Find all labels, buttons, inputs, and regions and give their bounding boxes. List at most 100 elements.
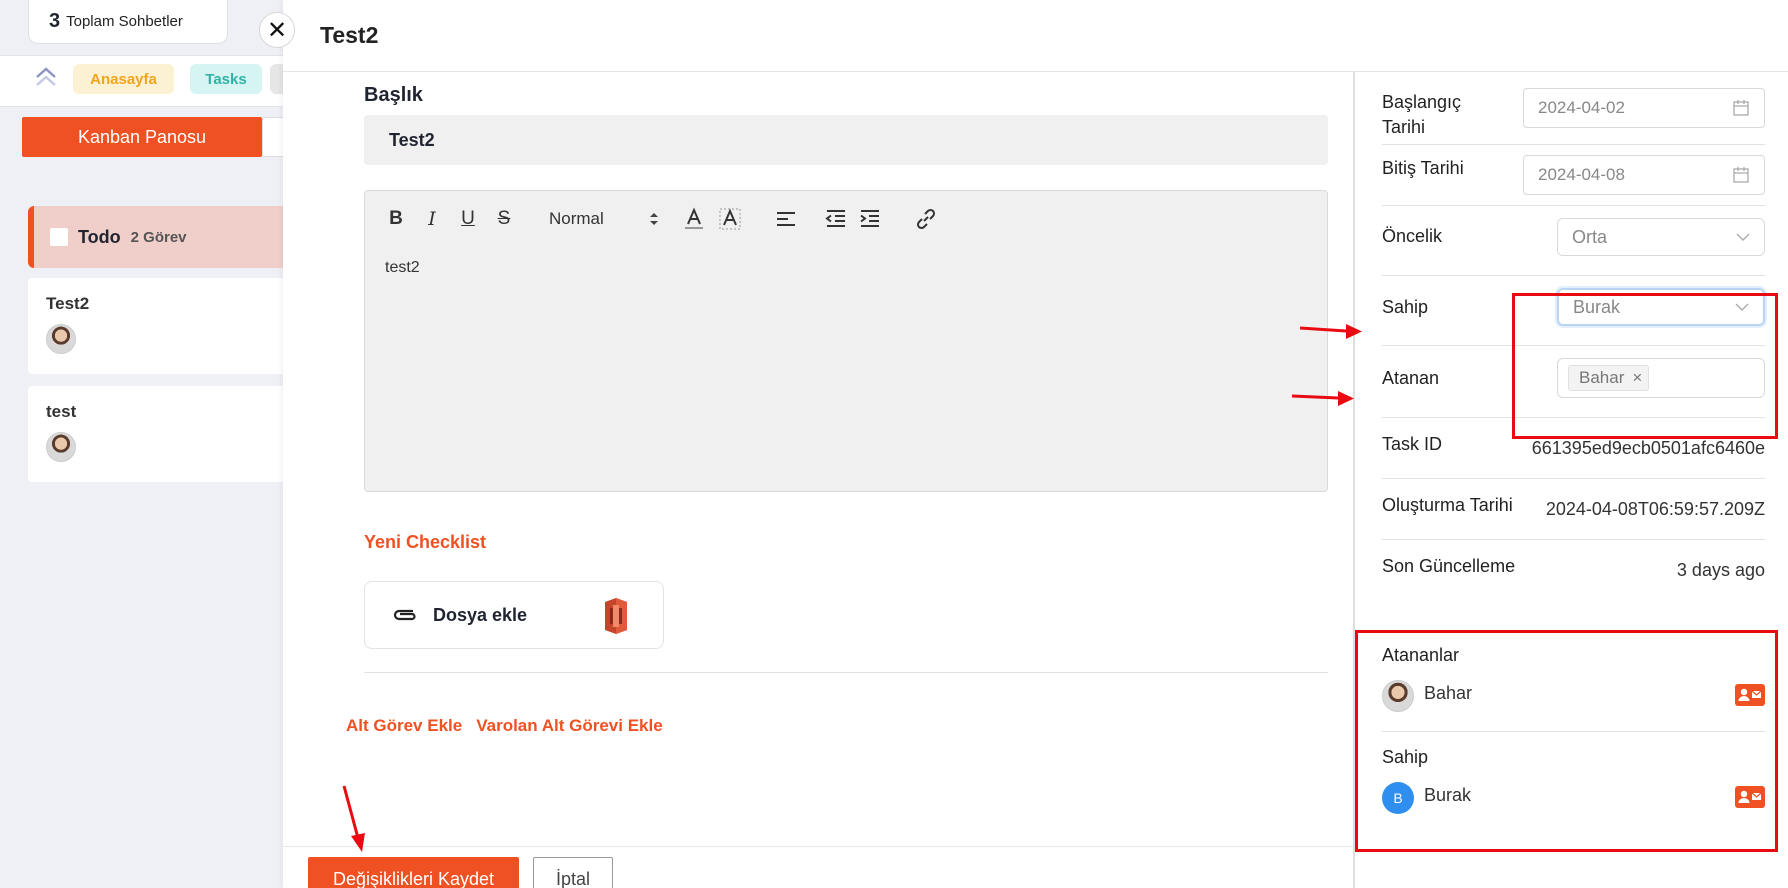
priority-value: Orta — [1572, 226, 1608, 247]
task-detail-drawer: Test2 Başlık Test2 B I U S Normal test2 … — [283, 0, 1788, 888]
new-checklist-link[interactable]: Yeni Checklist — [364, 532, 486, 553]
column-name: Todo — [78, 226, 121, 247]
task-card[interactable]: Test2 — [28, 278, 290, 374]
rich-text-editor[interactable]: B I U S Normal test2 — [364, 190, 1328, 492]
paperclip-icon — [393, 609, 416, 621]
owner-value: Burak — [1573, 296, 1621, 317]
indent-icon[interactable] — [857, 206, 883, 232]
text-format-select[interactable]: Normal — [549, 209, 659, 229]
title-input[interactable]: Test2 — [364, 115, 1328, 165]
contact-card-icon[interactable] — [1735, 684, 1765, 706]
underline-icon[interactable]: U — [455, 206, 481, 232]
text-color-icon[interactable] — [681, 206, 707, 232]
kanban-board-button[interactable]: Kanban Panosu — [22, 117, 262, 157]
breadcrumb-home[interactable]: Anasayfa — [73, 64, 174, 94]
breadcrumb-tasks[interactable]: Tasks — [190, 64, 262, 94]
avatar — [46, 324, 76, 354]
updated-value: 3 days ago — [1676, 560, 1765, 580]
column-checkbox[interactable] — [50, 228, 68, 246]
section-divider — [1382, 731, 1765, 732]
created-value: 2024-04-08T06:59:57.209Z — [1545, 499, 1765, 519]
assignee-row: Atanan Bahar × — [1382, 346, 1765, 418]
total-chats-badge[interactable]: 3 Toplam Sohbetler — [28, 0, 228, 44]
task-card-title: test — [46, 402, 77, 421]
task-main-column: Başlık Test2 B I U S Normal test2 Yeni C… — [283, 72, 1353, 888]
task-id-value: 661395ed9ecb0501afc6460e — [1531, 438, 1765, 458]
end-date-row: Bitiş Tarihi 2024-04-08 — [1382, 145, 1765, 206]
close-drawer-button[interactable]: ✕ — [259, 12, 295, 48]
assignee-person-name: Bahar — [1424, 682, 1473, 703]
start-date-picker[interactable]: 2024-04-02 — [1523, 88, 1765, 128]
attach-file-label: Dosya ekle — [433, 604, 528, 625]
bold-icon[interactable]: B — [383, 206, 409, 232]
todo-column-header[interactable]: Todo 2 Görev — [28, 206, 290, 268]
add-existing-subtask-link[interactable]: Varolan Alt Görevi Ekle — [476, 716, 662, 736]
task-card[interactable]: test — [28, 386, 290, 482]
created-row: Oluşturma Tarihi 2024-04-08T06:59:57.209… — [1382, 479, 1765, 540]
total-chats-label: Toplam Sohbetler — [66, 13, 183, 30]
owner-section-title: Sahip — [1382, 747, 1429, 767]
close-icon: ✕ — [266, 16, 288, 44]
background-color-icon[interactable] — [717, 206, 743, 232]
contact-card-icon[interactable] — [1735, 786, 1765, 808]
cancel-button[interactable]: İptal — [533, 857, 613, 888]
avatar — [46, 432, 76, 462]
align-left-icon[interactable] — [773, 206, 799, 232]
column-task-count: 2 Görev — [130, 228, 187, 246]
total-chats-count: 3 — [49, 10, 61, 32]
owner-person-name: Burak — [1424, 784, 1472, 805]
calendar-icon — [1733, 100, 1749, 116]
assignee-label: Atanan — [1382, 368, 1440, 388]
page-title: Test2 — [320, 22, 379, 48]
drawer-header: Test2 — [283, 0, 1788, 72]
owner-person: B Burak — [1382, 780, 1765, 816]
owner-row: Sahip Burak — [1382, 276, 1765, 346]
editor-content[interactable]: test2 — [385, 259, 420, 277]
section-divider — [364, 672, 1328, 673]
save-changes-button[interactable]: Değişiklikleri Kaydet — [308, 857, 519, 888]
assignee-chip-label: Bahar — [1579, 368, 1625, 387]
updated-label: Son Güncelleme — [1382, 556, 1516, 576]
calendar-icon — [1733, 167, 1749, 183]
avatar: B — [1382, 782, 1414, 814]
outdent-icon[interactable] — [823, 206, 849, 232]
attach-file-button[interactable]: Dosya ekle — [364, 581, 664, 649]
updated-row: Son Güncelleme 3 days ago — [1382, 540, 1765, 600]
owner-select[interactable]: Burak — [1557, 288, 1765, 326]
priority-label: Öncelik — [1382, 226, 1443, 246]
assignee-person: Bahar — [1382, 678, 1765, 714]
strikethrough-icon[interactable]: S — [491, 206, 517, 232]
editor-toolbar: B I U S Normal — [383, 199, 939, 239]
start-date-value: 2024-04-02 — [1538, 98, 1625, 117]
end-date-label: Bitiş Tarihi — [1382, 158, 1464, 178]
title-field-label: Başlık — [364, 84, 423, 106]
owner-label: Sahip — [1382, 297, 1429, 317]
task-id-row: Task ID 661395ed9ecb0501afc6460e — [1382, 418, 1765, 479]
assignee-chip: Bahar × — [1568, 365, 1650, 391]
subtask-links: Alt Görev Ekle Varolan Alt Görevi Ekle — [346, 716, 663, 736]
aws-s3-icon[interactable] — [599, 596, 633, 636]
link-icon[interactable] — [913, 206, 939, 232]
avatar — [1382, 680, 1414, 712]
priority-row: Öncelik Orta — [1382, 206, 1765, 276]
remove-chip-icon[interactable]: × — [1632, 368, 1642, 388]
chevron-up-icon[interactable] — [34, 64, 58, 90]
chevron-down-icon — [1736, 233, 1750, 241]
end-date-value: 2024-04-08 — [1538, 165, 1625, 184]
task-details-panel: Başlangıç Tarihi 2024-04-02 Bitiş Tarihi… — [1353, 72, 1788, 888]
add-subtask-link[interactable]: Alt Görev Ekle — [346, 716, 462, 736]
drawer-footer: Değişiklikleri Kaydet İptal — [283, 846, 1353, 888]
end-date-picker[interactable]: 2024-04-08 — [1523, 155, 1765, 195]
created-label: Oluşturma Tarihi — [1382, 495, 1513, 515]
select-arrows-icon — [650, 213, 658, 225]
chevron-down-icon — [1735, 303, 1749, 311]
text-format-value: Normal — [549, 209, 604, 228]
italic-icon[interactable]: I — [419, 206, 445, 232]
assignees-section-title: Atananlar — [1382, 645, 1460, 665]
assignee-multiselect[interactable]: Bahar × — [1557, 358, 1765, 398]
start-date-row: Başlangıç Tarihi 2024-04-02 — [1382, 72, 1765, 145]
task-id-label: Task ID — [1382, 434, 1443, 454]
start-date-label: Başlangıç Tarihi — [1382, 92, 1462, 137]
priority-select[interactable]: Orta — [1557, 218, 1765, 256]
task-card-title: Test2 — [46, 294, 90, 313]
